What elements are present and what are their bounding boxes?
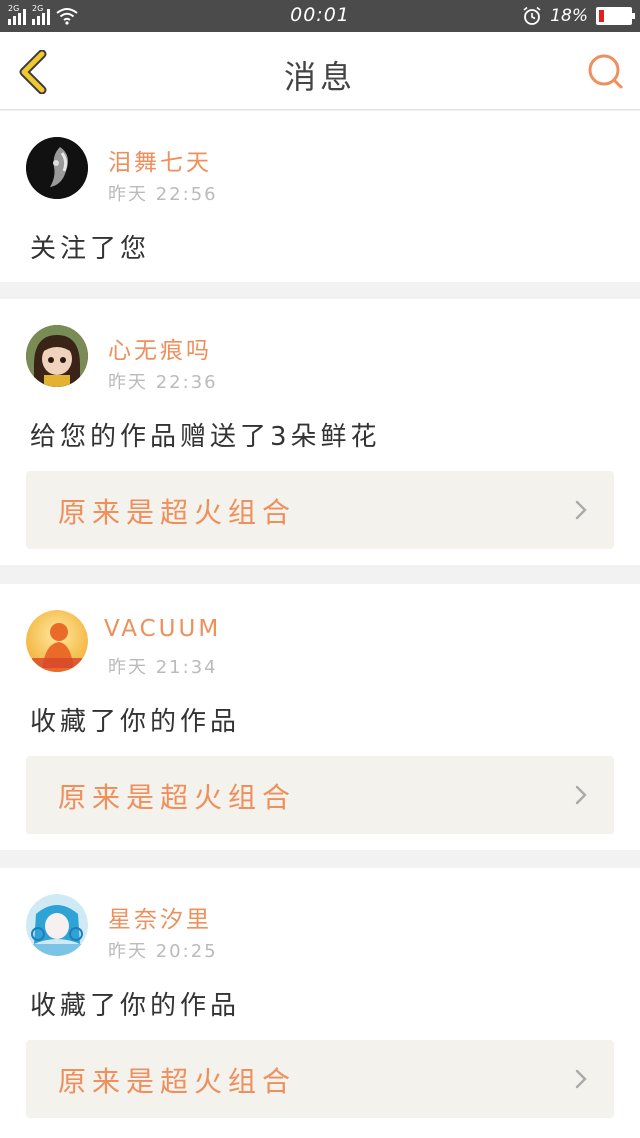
- message-time: 昨天 22:36: [108, 372, 218, 393]
- message-action: 收藏了你的作品: [30, 707, 241, 737]
- avatar[interactable]: [26, 610, 88, 672]
- chevron-right-icon: [575, 1069, 587, 1089]
- page-title: 消息: [283, 58, 356, 96]
- alarm-icon: [523, 6, 541, 25]
- message-card[interactable]: VACUUM 昨天 21:34 收藏了你的作品 原来是超火组合: [0, 584, 640, 850]
- message-card[interactable]: 心无痕吗 昨天 22:36 给您的作品赠送了3朵鲜花 原来是超火组合: [0, 299, 640, 565]
- chevron-right-icon: [575, 785, 587, 805]
- message-card[interactable]: 星奈汐里 昨天 20:25 收藏了你的作品 原来是超火组合: [0, 868, 640, 1138]
- battery-icon: [596, 7, 635, 25]
- battery-fill: [599, 10, 604, 22]
- avatar[interactable]: [26, 325, 88, 387]
- work-link[interactable]: 原来是超火组合: [26, 471, 614, 549]
- avatar[interactable]: [26, 137, 88, 199]
- message-card[interactable]: 泪舞七天 昨天 22:56 关注了您: [0, 111, 640, 282]
- work-link[interactable]: 原来是超火组合: [26, 1040, 614, 1118]
- username[interactable]: VACUUM: [104, 616, 221, 642]
- avatar[interactable]: [26, 894, 88, 956]
- battery-percent: 18%: [550, 6, 588, 26]
- chevron-right-icon: [575, 500, 587, 520]
- message-action: 关注了您: [30, 234, 151, 264]
- message-time: 昨天 22:56: [108, 184, 218, 205]
- username[interactable]: 心无痕吗: [108, 331, 212, 365]
- work-title: 原来是超火组合: [58, 496, 297, 529]
- username[interactable]: 星奈汐里: [108, 900, 212, 934]
- work-title: 原来是超火组合: [58, 1065, 297, 1098]
- message-action: 给您的作品赠送了3朵鲜花: [30, 422, 381, 452]
- status-right: 18%: [522, 5, 635, 27]
- work-link[interactable]: 原来是超火组合: [26, 756, 614, 834]
- message-time: 昨天 21:34: [108, 657, 218, 678]
- status-bar: 2G 2G 00:01 18%: [0, 0, 640, 32]
- nav-header: 消息: [0, 32, 640, 110]
- username[interactable]: 泪舞七天: [108, 143, 212, 177]
- work-title: 原来是超火组合: [58, 781, 297, 814]
- message-time: 昨天 20:25: [108, 941, 218, 962]
- message-action: 收藏了你的作品: [30, 991, 241, 1021]
- search-icon[interactable]: [586, 52, 624, 90]
